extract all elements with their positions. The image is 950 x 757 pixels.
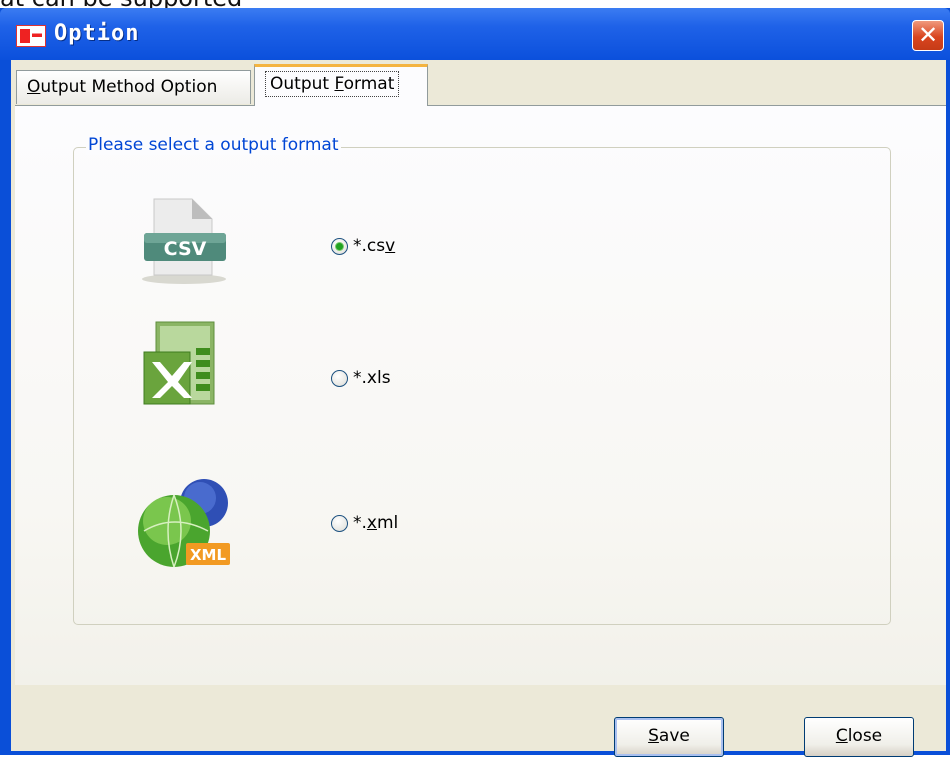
radio-label-xml: *.xml	[353, 513, 399, 533]
tab-label: Output Format	[265, 71, 400, 97]
radio-label-xls: *.xls	[353, 368, 391, 388]
save-button[interactable]: Save	[614, 717, 724, 757]
csv-file-icon: CSV	[134, 193, 234, 293]
option-dialog: Option ✕ Output Method Option Output For…	[0, 8, 950, 757]
xml-globe-icon: XML	[134, 473, 234, 573]
radio-option-csv[interactable]: *.csv	[331, 233, 395, 259]
tab-output-format[interactable]: Output Format	[254, 64, 428, 106]
tab-strip: Output Method Option Output Format	[11, 60, 946, 106]
tab-label: Output Method Option	[27, 77, 218, 97]
excel-file-icon	[134, 318, 234, 418]
svg-text:CSV: CSV	[164, 238, 207, 260]
radio-button-csv[interactable]	[331, 237, 348, 255]
dialog-button-bar: Save Close	[11, 685, 946, 757]
app-icon	[16, 25, 46, 47]
window-close-button[interactable]: ✕	[912, 20, 944, 51]
radio-button-xml[interactable]	[331, 514, 348, 532]
radio-button-xls[interactable]	[331, 369, 348, 387]
radio-option-xls[interactable]: *.xls	[331, 365, 391, 391]
groupbox-legend: Please select a output format	[86, 135, 341, 155]
dialog-client-area: Output Method Option Output Format Pleas…	[11, 60, 946, 757]
title-bar[interactable]: Option ✕	[0, 8, 950, 60]
radio-option-xml[interactable]: *.xml	[331, 510, 398, 536]
output-format-groupbox: Please select a output format CSV XML *.…	[73, 135, 891, 625]
svg-text:XML: XML	[190, 546, 226, 564]
tab-output-method-option[interactable]: Output Method Option	[16, 70, 251, 104]
close-button[interactable]: Close	[804, 717, 914, 757]
output-format-panel: Please select a output format CSV XML *.…	[15, 105, 946, 685]
window-title: Option	[54, 21, 140, 46]
radio-label-csv: *.csv	[353, 236, 396, 256]
